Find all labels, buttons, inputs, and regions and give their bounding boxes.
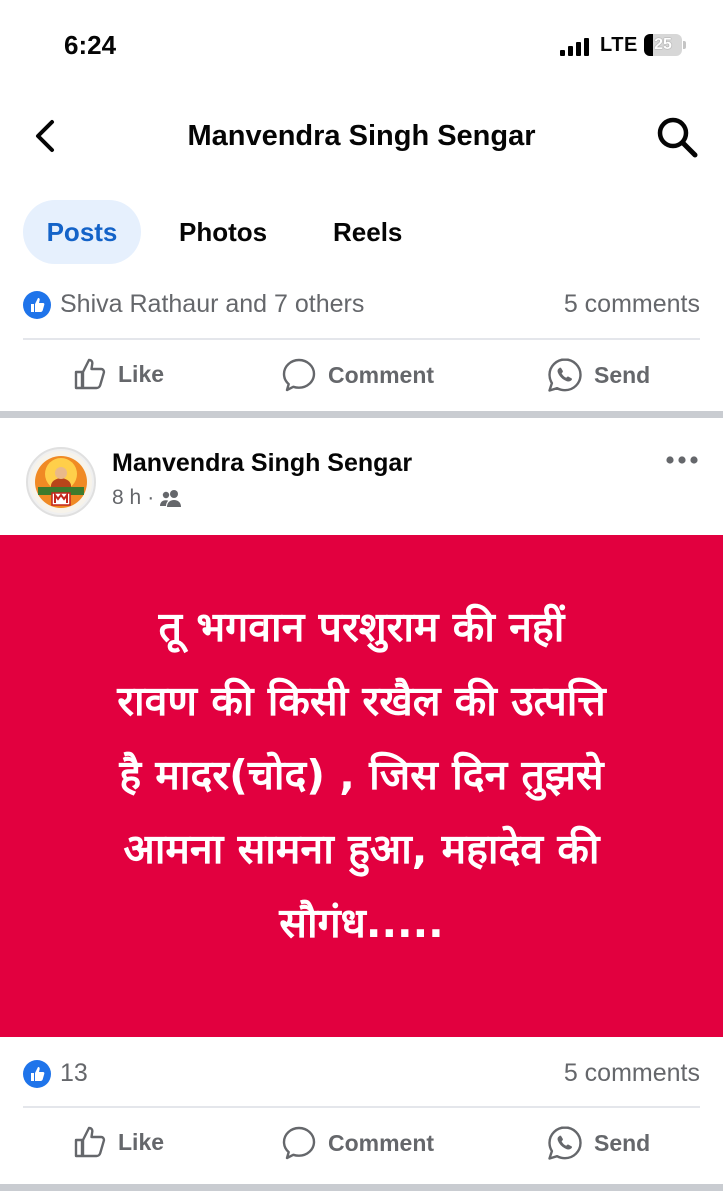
tab-photos[interactable]: Photos xyxy=(179,200,267,264)
comment-icon xyxy=(282,358,316,392)
search-icon xyxy=(657,117,698,158)
whatsapp-icon xyxy=(548,358,582,392)
battery-cap xyxy=(683,41,686,49)
post-author[interactable]: Manvendra Singh Sengar xyxy=(112,449,412,478)
avatar[interactable] xyxy=(26,447,96,517)
status-time: 6:24 xyxy=(64,30,117,60)
tab-posts[interactable]: Posts xyxy=(23,200,141,264)
send-button[interactable]: Send xyxy=(546,1124,650,1162)
comment-count[interactable]: 5 comments xyxy=(564,290,700,319)
post-text: तू भगवान परशुराम की नहीं रावण की किसी रख… xyxy=(117,603,606,947)
comment-label: Comment xyxy=(328,361,435,388)
send-label: Send xyxy=(594,1129,651,1156)
like-button[interactable]: Like xyxy=(72,1124,164,1160)
like-button[interactable]: Like xyxy=(72,356,164,392)
post-meta: 8 h · xyxy=(112,486,182,510)
thumbs-up-icon xyxy=(74,1126,106,1158)
comment-count[interactable]: 5 comments xyxy=(564,1059,700,1088)
like-reaction-icon xyxy=(23,291,51,319)
like-label: Like xyxy=(118,1128,165,1155)
profile-picture xyxy=(30,451,92,513)
battery-icon: 25 xyxy=(644,34,682,56)
meta-separator: · xyxy=(147,486,155,509)
page-title: Manvendra Singh Sengar xyxy=(187,120,536,152)
feed-separator xyxy=(0,1184,723,1191)
post-time[interactable]: 8 h xyxy=(112,486,141,510)
more-horizontal-icon xyxy=(666,456,698,464)
network-type: LTE xyxy=(600,34,638,56)
divider xyxy=(23,1106,700,1108)
comment-button[interactable]: Comment xyxy=(280,1124,434,1162)
comment-label: Comment xyxy=(328,1129,435,1156)
reaction-count[interactable]: 13 xyxy=(60,1059,88,1088)
reaction-summary[interactable]: Shiva Rathaur and 7 others xyxy=(60,290,364,319)
cellular-signal-icon xyxy=(560,36,592,56)
feed-separator xyxy=(0,411,723,418)
comment-icon xyxy=(282,1126,316,1160)
back-button[interactable] xyxy=(26,116,66,156)
like-reaction-icon xyxy=(23,1060,51,1088)
divider xyxy=(23,338,700,340)
search-button[interactable] xyxy=(654,114,700,160)
more-options-button[interactable] xyxy=(664,448,700,472)
send-label: Send xyxy=(594,361,651,388)
tab-reels[interactable]: Reels xyxy=(333,200,402,264)
comment-button[interactable]: Comment xyxy=(280,356,434,394)
send-button[interactable]: Send xyxy=(546,356,650,394)
battery-level: 25 xyxy=(654,36,672,53)
chevron-left-icon xyxy=(36,120,54,152)
thumbs-up-icon xyxy=(74,358,106,390)
friends-icon xyxy=(160,490,182,507)
whatsapp-icon xyxy=(548,1126,582,1160)
like-label: Like xyxy=(118,360,165,387)
